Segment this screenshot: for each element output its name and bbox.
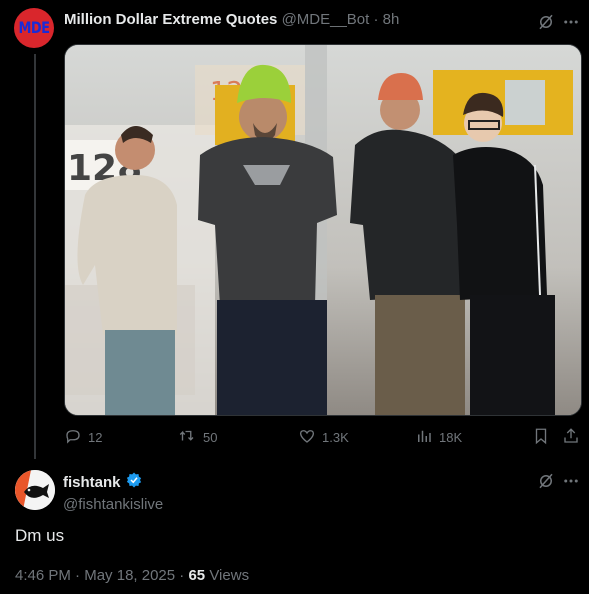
author-handle[interactable]: @fishtankislive: [63, 496, 163, 513]
author-handle[interactable]: @MDE__Bot: [282, 11, 370, 28]
grok-icon[interactable]: [536, 471, 556, 491]
tweet-actions-bar: 12 50 1.3K 18K: [64, 427, 580, 447]
views-icon: [415, 427, 433, 448]
thread-connector-line: [34, 54, 36, 459]
bookmark-icon[interactable]: [532, 427, 550, 445]
tweet-text: Dm us: [15, 526, 65, 545]
like-button[interactable]: 1.3K: [298, 427, 349, 448]
repost-count: 50: [203, 430, 218, 445]
author-name[interactable]: Million Dollar Extreme Quotes: [64, 11, 277, 28]
views-button[interactable]: 18K: [415, 427, 462, 448]
tweet-photo[interactable]: 128 12: [64, 44, 582, 416]
tweet-meta: 4:46 PM · May 18, 2025 · 65 Views: [15, 567, 249, 584]
share-icon[interactable]: [562, 427, 580, 445]
views-count: 65: [188, 567, 206, 584]
like-icon: [298, 427, 316, 448]
more-icon[interactable]: [561, 471, 581, 491]
more-icon[interactable]: [561, 12, 581, 32]
reply-button[interactable]: 12: [64, 427, 102, 448]
meta-separator: ·: [179, 567, 185, 584]
grok-icon[interactable]: [536, 12, 556, 32]
photo-illustration: 128 12: [65, 45, 581, 415]
avatar-logo-text: MDE: [18, 18, 50, 38]
meta-separator: ·: [75, 567, 81, 584]
verified-badge-icon: [125, 471, 143, 493]
views-label: Views: [209, 567, 250, 584]
tweet-date[interactable]: May 18, 2025: [84, 567, 175, 584]
tweet-time[interactable]: 8h: [383, 11, 400, 28]
repost-button[interactable]: 50: [177, 427, 217, 448]
tweet-time[interactable]: 4:46 PM: [15, 567, 71, 584]
like-count: 1.3K: [322, 430, 349, 445]
fishtank-logo-icon: [15, 470, 55, 510]
avatar-fishtank[interactable]: [15, 470, 55, 510]
views-count: 18K: [439, 430, 463, 445]
reply-icon: [64, 427, 82, 448]
tweet-header: fishtank @fishtankislive: [63, 471, 163, 513]
tweet-header: Million Dollar Extreme Quotes @MDE__Bot …: [64, 11, 399, 28]
header-separator: ·: [373, 11, 379, 28]
repost-icon: [177, 427, 197, 448]
author-name[interactable]: fishtank: [63, 474, 121, 491]
avatar-mde[interactable]: MDE: [14, 8, 54, 48]
reply-count: 12: [88, 430, 103, 445]
